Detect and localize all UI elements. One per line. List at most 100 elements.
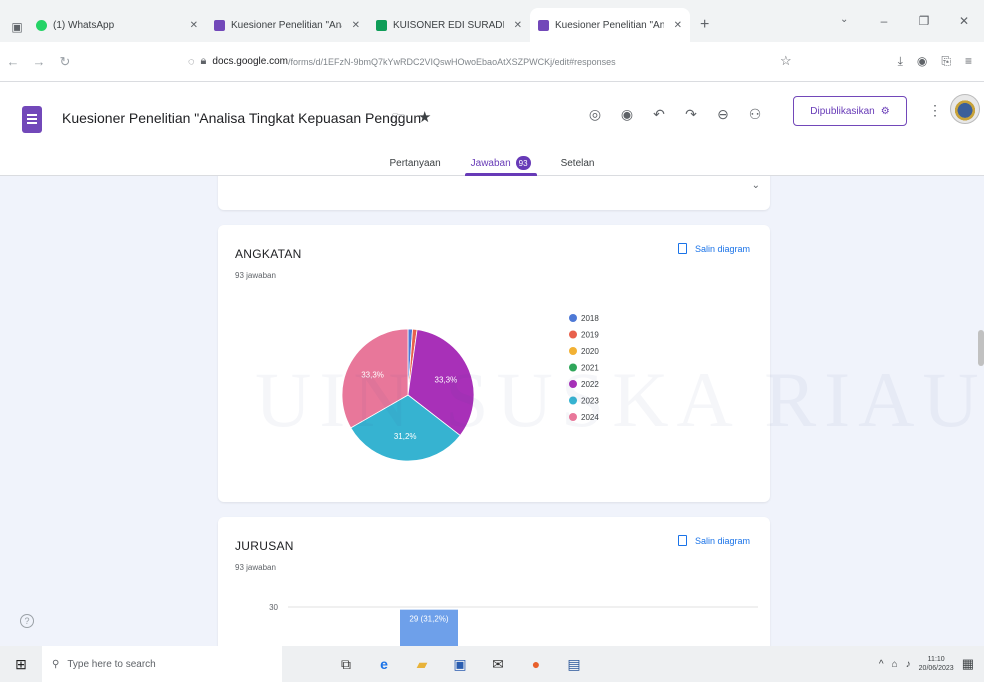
network-icon[interactable]: ⌂ xyxy=(892,659,898,670)
volume-icon[interactable]: ♪ xyxy=(906,659,911,670)
reload-icon[interactable]: ↻ xyxy=(52,54,78,70)
legend-swatch xyxy=(569,347,577,355)
new-tab-icon[interactable]: + xyxy=(690,8,719,42)
chevron-down-icon[interactable]: ⌄ xyxy=(840,14,848,25)
tab-jawaban[interactable]: Jawaban 93 xyxy=(464,150,537,176)
legend-label: 2024 xyxy=(581,413,599,422)
settings-sliders-icon: ⚙︎ xyxy=(880,105,890,117)
bookmark-star-icon[interactable]: ☆ xyxy=(780,53,792,69)
account-icon[interactable]: ◉ xyxy=(917,54,927,69)
legend-label: 2021 xyxy=(581,364,599,373)
toolbar: ◎ ◉ ↶ ↷ ⊖ ⚇ xyxy=(586,106,764,123)
forms-header: Kuesioner Penelitian "Analisa Tingkat Ke… xyxy=(0,82,984,176)
help-icon[interactable]: ? xyxy=(20,614,34,628)
chevron-down-icon[interactable]: ⌄ xyxy=(752,180,760,191)
forms-favicon-icon xyxy=(538,19,549,31)
close-tab-icon[interactable]: ✕ xyxy=(674,20,682,31)
address-bar: ← → ↻ ◌ 🔒︎ docs.google.com/forms/d/1EFzN… xyxy=(0,42,984,82)
close-tab-icon[interactable]: ✕ xyxy=(514,20,522,31)
restore-icon[interactable]: ❐ xyxy=(904,14,944,28)
question-card-jurusan: JURUSAN 93 jawaban Salin diagram 30 29 (3… xyxy=(218,517,770,646)
download-icon[interactable]: ⤓ xyxy=(898,54,903,69)
responses-content[interactable]: ⌄ ANGKATAN 93 jawaban Salin diagram 33,3… xyxy=(0,176,984,646)
tab-label: Setelan xyxy=(560,157,595,169)
tab-title: KUISONER EDI SURADI - Goog xyxy=(393,19,504,31)
legend-swatch xyxy=(569,363,577,372)
clock[interactable]: 11:10 20/06/2023 xyxy=(919,655,954,673)
folder-icon[interactable]: 🗀︎ xyxy=(392,110,405,132)
browser-tab-whatsapp[interactable]: (1) WhatsApp ✕ xyxy=(28,8,206,42)
menu-icon[interactable]: ≡ xyxy=(965,54,972,69)
y-tick-label: 30 xyxy=(269,603,278,612)
windows-start-icon[interactable]: ⊞ xyxy=(0,656,42,673)
more-vert-icon[interactable]: ⋮ xyxy=(928,102,942,119)
redo-icon[interactable]: ↷ xyxy=(682,106,700,123)
forms-favicon-icon xyxy=(214,19,225,31)
legend-swatch xyxy=(569,413,577,421)
tab-label: Pertanyaan xyxy=(389,157,441,169)
edge-icon[interactable]: e xyxy=(376,656,392,673)
browser-tab-kuesioner-active[interactable]: Kuesioner Penelitian "Analisa Ti ✕ xyxy=(530,8,690,42)
chevron-up-icon[interactable]: ^ xyxy=(879,659,884,670)
response-count-badge: 93 xyxy=(515,156,531,170)
firefox-icon[interactable]: ● xyxy=(528,656,544,673)
undo-icon[interactable]: ↶ xyxy=(650,106,668,123)
legend-swatch xyxy=(569,330,577,339)
google-forms-logo-icon[interactable] xyxy=(22,106,42,133)
drive-favicon-icon xyxy=(376,19,387,31)
search-icon: ⚲ xyxy=(52,658,60,670)
window-menu-icon[interactable]: ▣ xyxy=(6,12,28,42)
browser-tab-kuisoner-edi[interactable]: KUISONER EDI SURADI - Goog ✕ xyxy=(368,8,530,42)
pie-slice-label: 33,3% xyxy=(361,371,384,380)
whatsapp-favicon-icon xyxy=(36,19,47,31)
palette-icon[interactable]: ◎ xyxy=(586,106,604,123)
tab-label: Jawaban xyxy=(470,157,511,169)
url-field[interactable]: ◌ 🔒︎ docs.google.com/forms/d/1EFzN-9bmQ7… xyxy=(188,49,828,75)
minimize-icon[interactable]: – xyxy=(864,14,904,28)
scrollbar-thumb[interactable] xyxy=(978,330,984,366)
add-collaborator-icon[interactable]: ⚇ xyxy=(746,106,764,123)
question-card-angkatan: ANGKATAN 93 jawaban Salin diagram 33,3% 3… xyxy=(218,225,770,502)
windows-taskbar: ⊞ ⚲ Type here to search ⧉ e ▰ ▣ ✉ ● ▤ ^ … xyxy=(0,646,984,682)
avatar[interactable] xyxy=(950,94,980,124)
word-icon[interactable]: ▤ xyxy=(566,656,582,673)
tab-pertanyaan[interactable]: Pertanyaan xyxy=(383,150,446,176)
legend-label: 2022 xyxy=(581,380,599,389)
pie-slice-label: 31,2% xyxy=(394,432,417,441)
store-icon[interactable]: ▣ xyxy=(452,656,468,673)
browser-tab-kuesioner-1[interactable]: Kuesioner Penelitian "Analisa Tingk ✕ xyxy=(206,8,368,42)
forward-icon[interactable]: → xyxy=(26,54,52,69)
file-explorer-icon[interactable]: ▰ xyxy=(414,656,430,673)
taskbar-search-placeholder: Type here to search xyxy=(67,658,156,670)
mail-icon[interactable]: ✉ xyxy=(490,656,506,673)
lock-icon: 🔒︎ xyxy=(200,55,207,67)
url-domain: docs.google.com xyxy=(212,56,289,67)
legend-label: 2023 xyxy=(581,397,599,406)
taskbar-search[interactable]: ⚲ Type here to search xyxy=(42,646,282,682)
legend-swatch xyxy=(569,396,577,405)
bar-value-label: 29 (31,2%) xyxy=(409,615,448,624)
link-icon[interactable]: ⊖ xyxy=(714,106,732,123)
taskbar-apps: ⧉ e ▰ ▣ ✉ ● ▤ xyxy=(338,656,582,673)
close-tab-icon[interactable]: ✕ xyxy=(190,20,198,31)
legend-label: 2018 xyxy=(581,314,599,323)
form-tabs: Pertanyaan Jawaban 93 Setelan xyxy=(0,150,984,176)
notifications-icon[interactable]: ▦ xyxy=(962,656,974,672)
clock-time: 11:10 xyxy=(927,656,945,663)
publish-button[interactable]: Dipublikasikan ⚙︎ xyxy=(793,96,907,126)
form-title[interactable]: Kuesioner Penelitian "Analisa Tingkat Ke… xyxy=(62,110,421,126)
tab-title: Kuesioner Penelitian "Analisa Ti xyxy=(555,19,664,31)
tab-title: Kuesioner Penelitian "Analisa Tingk xyxy=(231,19,342,31)
bar-chart: 30 29 (31,2%) xyxy=(269,603,758,646)
pie-slice-label: 33,3% xyxy=(435,376,458,385)
close-window-icon[interactable]: ✕ xyxy=(944,14,984,28)
tab-setelan[interactable]: Setelan xyxy=(555,150,601,176)
star-icon[interactable]: ★ xyxy=(418,108,431,126)
back-icon[interactable]: ← xyxy=(0,54,26,69)
legend-label: 2020 xyxy=(581,347,599,356)
preview-eye-icon[interactable]: ◉ xyxy=(618,106,636,123)
close-tab-icon[interactable]: ✕ xyxy=(352,20,360,31)
task-view-icon[interactable]: ⧉ xyxy=(338,656,354,673)
extensions-icon[interactable]: ⎘ xyxy=(941,54,951,69)
browser-tab-strip: ▣ (1) WhatsApp ✕ Kuesioner Penelitian "A… xyxy=(0,0,984,42)
